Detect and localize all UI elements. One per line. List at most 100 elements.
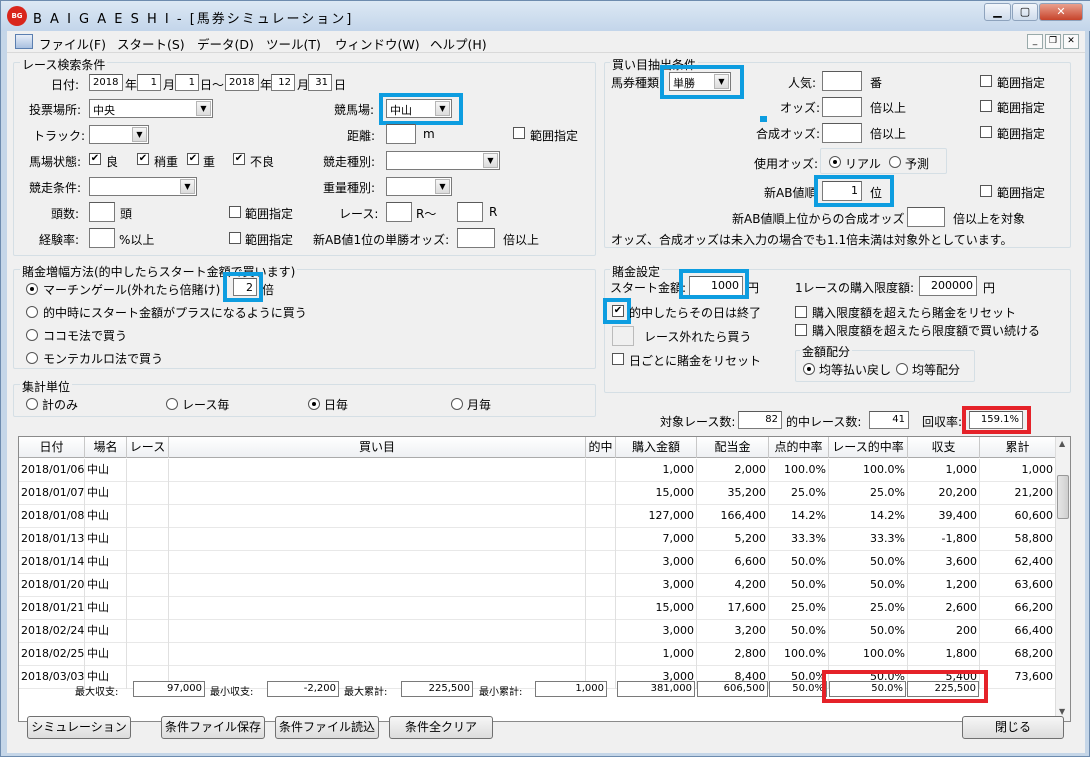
col-profit[interactable]: 収支 — [908, 437, 980, 458]
menu-window[interactable]: ウィンドウ(W) — [335, 34, 420, 53]
heads-range-checkbox[interactable] — [229, 206, 241, 218]
distance-input[interactable] — [386, 124, 416, 144]
menu-start[interactable]: スタート(S) — [117, 34, 185, 53]
newab-rank-range-checkbox[interactable] — [980, 185, 992, 197]
col-bets[interactable]: 買い目 — [169, 437, 586, 458]
newab-odds-input[interactable] — [457, 228, 495, 248]
race-to-input[interactable] — [457, 202, 483, 222]
close-button[interactable]: 閉じる — [962, 716, 1064, 739]
martingale-radio[interactable] — [26, 283, 38, 295]
cell-payout: 6,600 — [697, 551, 769, 574]
montecarlo-radio[interactable] — [26, 352, 38, 364]
col-date[interactable]: 日付 — [19, 437, 85, 458]
exp-label: 経験率: — [39, 233, 80, 247]
heads-input[interactable] — [89, 202, 115, 222]
col-race-hit[interactable]: レース的中率 — [829, 437, 908, 458]
alloc-eq-return-radio[interactable] — [803, 363, 815, 375]
menu-help[interactable]: ヘルプ(H) — [430, 34, 487, 53]
simulate-button[interactable]: シミュレーション — [27, 716, 131, 739]
odds-input[interactable] — [822, 97, 862, 117]
from-day-input[interactable]: 1 — [175, 74, 199, 91]
menu-data[interactable]: データ(D) — [197, 34, 254, 53]
table-row[interactable]: 2018/02/25 中山 1,000 2,800 100.0% 100.0% 1,800 6… — [19, 643, 1056, 666]
table-scrollbar[interactable]: ▲ ▼ — [1055, 437, 1070, 721]
load-conditions-button[interactable]: 条件ファイル読込 — [275, 716, 379, 739]
popularity-range-checkbox[interactable] — [980, 75, 992, 87]
cell-profit: 1,800 — [908, 643, 980, 666]
cocomo-radio[interactable] — [26, 329, 38, 341]
popularity-input[interactable] — [822, 71, 862, 91]
col-payout[interactable]: 配当金 — [697, 437, 769, 458]
table-row[interactable]: 2018/01/14 中山 3,000 6,600 50.0% 50.0% 3,600 62,… — [19, 551, 1056, 574]
scroll-thumb[interactable] — [1057, 475, 1069, 519]
reset-over-checkbox[interactable] — [795, 306, 807, 318]
max-cum-label: 最大累計: — [344, 687, 388, 698]
scroll-up-icon[interactable]: ▲ — [1059, 439, 1065, 448]
total-payout-value: 606,500 — [697, 681, 768, 697]
clear-conditions-button[interactable]: 条件全クリア — [389, 716, 493, 739]
menu-tools[interactable]: ツール(T) — [266, 34, 321, 53]
app-window: BG B A I G A E S H I - [馬券シミュレーション] ▁ ▢ … — [0, 0, 1090, 757]
race-from-input[interactable] — [386, 202, 412, 222]
condition-heavy-checkbox[interactable]: ✔ — [187, 153, 199, 165]
distance-range-checkbox[interactable] — [513, 127, 525, 139]
exp-range-checkbox[interactable] — [229, 232, 241, 244]
to-month-input[interactable]: 12 — [271, 74, 295, 91]
to-year-input[interactable]: 2018 — [225, 74, 259, 91]
condition-good-label: 良 — [106, 155, 119, 169]
condition-good-checkbox[interactable]: ✔ — [89, 153, 101, 165]
agg-race-radio[interactable] — [166, 398, 178, 410]
minimize-button[interactable]: ▁ — [984, 3, 1011, 21]
odds-range-checkbox[interactable] — [980, 100, 992, 112]
table-row[interactable]: 2018/02/24 中山 3,000 3,200 50.0% 50.0% 200 66,40… — [19, 620, 1056, 643]
alloc-eq-radio[interactable] — [896, 363, 908, 375]
condition-bad-checkbox[interactable]: ✔ — [233, 153, 245, 165]
table-row[interactable]: 2018/01/08 中山 127,000 166,400 14.2% 14.2% 39,4… — [19, 505, 1056, 528]
keep-limit-checkbox[interactable] — [795, 324, 807, 336]
cell-venue: 中山 — [85, 643, 127, 666]
reset-daily-checkbox[interactable] — [612, 353, 624, 365]
close-window-button[interactable]: ✕ — [1039, 3, 1083, 21]
table-row[interactable]: 2018/01/20 中山 3,000 4,200 50.0% 50.0% 1,200 63,… — [19, 574, 1056, 597]
table-row[interactable]: 2018/01/13 中山 7,000 5,200 33.3% 33.3% -1,800 58… — [19, 528, 1056, 551]
table-row[interactable]: 2018/01/06 中山 1,000 2,000 100.0% 100.0% 1,000 1… — [19, 459, 1056, 482]
use-real-radio[interactable] — [829, 156, 841, 168]
col-hit[interactable]: 的中 — [586, 437, 616, 458]
use-pred-radio[interactable] — [889, 156, 901, 168]
col-purchase[interactable]: 購入金額 — [616, 437, 697, 458]
mdi-restore-icon[interactable]: ❐ — [1045, 34, 1061, 49]
highlight-multiplier — [223, 272, 263, 302]
limit-input[interactable]: 200000 — [919, 276, 977, 296]
newab-comp-input[interactable] — [907, 207, 945, 227]
mdi-close-icon[interactable]: ✕ — [1063, 34, 1079, 49]
col-point-hit[interactable]: 点的中率 — [769, 437, 829, 458]
menu-file[interactable]: ファイル(F) — [39, 34, 106, 53]
to-day-input[interactable]: 31 — [308, 74, 332, 91]
plus-on-hit-radio[interactable] — [26, 306, 38, 318]
condition-slightly-heavy-checkbox[interactable]: ✔ — [137, 153, 149, 165]
agg-month-radio[interactable] — [451, 398, 463, 410]
col-cumulative[interactable]: 累計 — [980, 437, 1056, 458]
race-skip-box[interactable] — [612, 326, 634, 346]
from-year-input[interactable]: 2018 — [89, 74, 123, 91]
mdi-minimize-icon[interactable]: _ — [1027, 34, 1043, 49]
weight-select[interactable]: ▼ — [386, 177, 452, 196]
table-row[interactable]: 2018/01/21 中山 15,000 17,600 25.0% 25.0% 2,600 6… — [19, 597, 1056, 620]
maximize-button[interactable]: ▢ — [1012, 3, 1038, 21]
col-race[interactable]: レース — [127, 437, 169, 458]
save-conditions-button[interactable]: 条件ファイル保存 — [161, 716, 265, 739]
col-venue[interactable]: 場名 — [85, 437, 127, 458]
from-month-input[interactable]: 1 — [137, 74, 161, 91]
agg-total-radio[interactable] — [26, 398, 38, 410]
cell-race — [127, 459, 169, 482]
exp-input[interactable] — [89, 228, 115, 248]
table-row[interactable]: 2018/01/07 中山 15,000 35,200 25.0% 25.0% 20,200… — [19, 482, 1056, 505]
comp-range-checkbox[interactable] — [980, 126, 992, 138]
race-cond-select[interactable]: ▼ — [89, 177, 197, 196]
agg-day-radio[interactable] — [308, 398, 320, 410]
scroll-down-icon[interactable]: ▼ — [1059, 707, 1065, 716]
comp-odds-input[interactable] — [822, 123, 862, 143]
race-type-select[interactable]: ▼ — [386, 151, 500, 170]
venue-select[interactable]: 中央 ▼ — [89, 99, 213, 118]
track-select[interactable]: ▼ — [89, 125, 149, 144]
